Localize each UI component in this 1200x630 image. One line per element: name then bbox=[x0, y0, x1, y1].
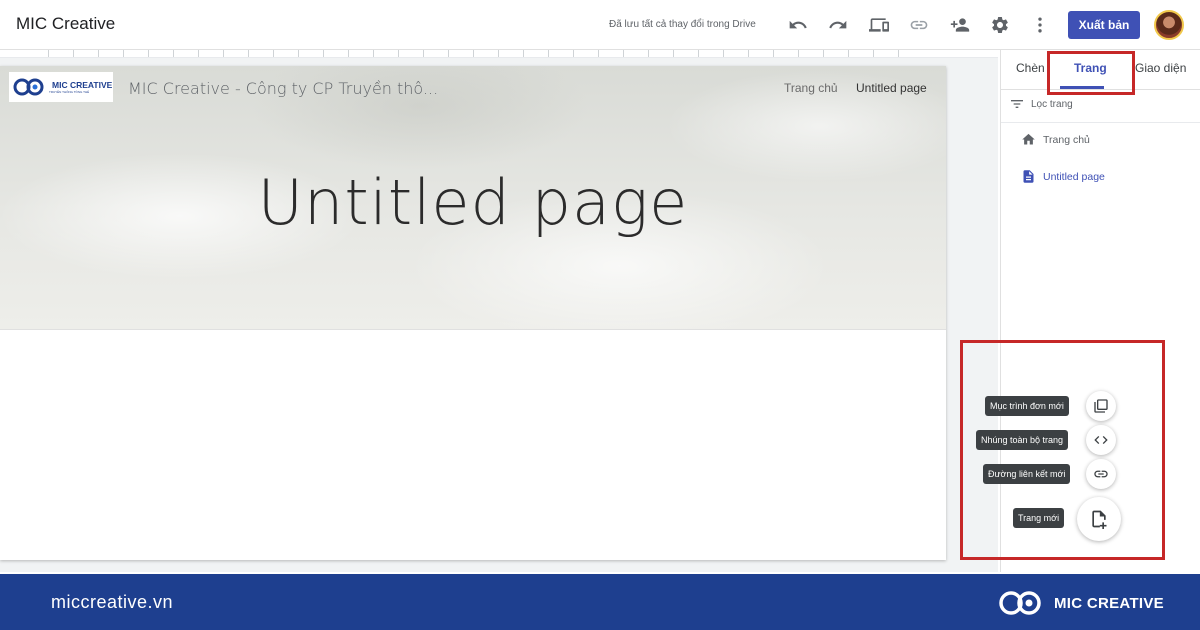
tab-theme[interactable]: Giao diện bbox=[1135, 61, 1186, 75]
avatar[interactable] bbox=[1154, 10, 1184, 40]
save-status: Đã lưu tất cả thay đổi trong Drive bbox=[609, 19, 756, 30]
preview-icon[interactable] bbox=[867, 13, 891, 37]
ruler-tick bbox=[123, 50, 124, 57]
filter-pages[interactable]: Lọc trang bbox=[1009, 96, 1073, 112]
top-app-bar: MIC Creative Đã lưu tất cả thay đổi tron… bbox=[0, 0, 1200, 50]
site-page[interactable]: MIC CREATIVE TRUYỀN THÔNG TỔNG THỂ MIC C… bbox=[0, 66, 946, 560]
ruler-tick bbox=[523, 50, 524, 57]
logo-mark-icon bbox=[13, 78, 44, 96]
panel-tabs: Chèn Trang Giao diện bbox=[1001, 50, 1200, 90]
logo-subtext: TRUYỀN THÔNG TỔNG THỂ bbox=[49, 89, 90, 94]
ruler-tick bbox=[48, 50, 49, 57]
ruler-tick bbox=[348, 50, 349, 57]
new-menu-item-button[interactable] bbox=[1086, 391, 1116, 421]
filter-icon bbox=[1011, 100, 1023, 108]
ruler-tick bbox=[748, 50, 749, 57]
brand-logo-icon bbox=[999, 591, 1041, 615]
ruler-tick bbox=[273, 50, 274, 57]
publish-button[interactable]: Xuất bản bbox=[1068, 11, 1140, 39]
ruler-tick bbox=[173, 50, 174, 57]
ruler-tick bbox=[698, 50, 699, 57]
footer-banner: miccreative.vn MIC CREATIVE bbox=[0, 574, 1200, 630]
ruler-tick bbox=[398, 50, 399, 57]
divider bbox=[1001, 122, 1200, 123]
ruler-tick bbox=[198, 50, 199, 57]
ruler-tick bbox=[823, 50, 824, 57]
page-item-untitled[interactable]: Untitled page bbox=[1021, 169, 1105, 184]
page-item-label: Untitled page bbox=[1043, 170, 1105, 183]
tab-pages[interactable]: Trang bbox=[1074, 61, 1107, 75]
hero-title[interactable]: Untitled page bbox=[0, 166, 946, 239]
ruler-tick bbox=[298, 50, 299, 57]
ruler-tick bbox=[873, 50, 874, 57]
link-label: Đường liên kết mới bbox=[983, 464, 1071, 484]
ruler-tick bbox=[73, 50, 74, 57]
site-logo[interactable]: MIC CREATIVE TRUYỀN THÔNG TỔNG THỂ bbox=[9, 72, 113, 102]
site-nav-current[interactable]: Untitled page bbox=[856, 81, 927, 95]
new-link-button[interactable] bbox=[1086, 459, 1116, 489]
site-nav-home[interactable]: Trang chủ bbox=[784, 81, 838, 95]
ruler-tick bbox=[373, 50, 374, 57]
ruler-tick bbox=[498, 50, 499, 57]
ruler-tick bbox=[773, 50, 774, 57]
ruler-tick bbox=[98, 50, 99, 57]
redo-icon[interactable] bbox=[826, 13, 850, 37]
document-icon bbox=[1023, 170, 1034, 183]
menu-item-label: Mục trình đơn mới bbox=[985, 396, 1069, 416]
share-icon[interactable] bbox=[948, 13, 972, 37]
link-icon bbox=[1094, 470, 1108, 478]
ruler bbox=[0, 50, 998, 58]
hero-header[interactable]: MIC CREATIVE TRUYỀN THÔNG TỔNG THỂ MIC C… bbox=[0, 66, 946, 330]
ruler-tick bbox=[723, 50, 724, 57]
footer-brand: MIC CREATIVE bbox=[998, 588, 1164, 618]
ruler-tick bbox=[798, 50, 799, 57]
link-icon[interactable] bbox=[907, 13, 931, 37]
logo-text: MIC CREATIVE bbox=[52, 79, 113, 90]
embed-label: Nhúng toàn bộ trang bbox=[976, 430, 1069, 450]
more-icon[interactable] bbox=[1028, 13, 1052, 37]
ruler-tick bbox=[423, 50, 424, 57]
embed-page-button[interactable] bbox=[1086, 425, 1116, 455]
new-page-label: Trang mới bbox=[1013, 508, 1065, 528]
ruler-tick bbox=[598, 50, 599, 57]
page-item-label: Trang chủ bbox=[1043, 133, 1090, 146]
site-name[interactable]: MIC Creative - Công ty CP Truyền thô... bbox=[128, 79, 438, 98]
ruler-tick bbox=[473, 50, 474, 57]
ruler-tick bbox=[448, 50, 449, 57]
tab-insert[interactable]: Chèn bbox=[1016, 61, 1045, 75]
ruler-tick bbox=[548, 50, 549, 57]
footer-url: miccreative.vn bbox=[51, 592, 174, 612]
new-page-icon bbox=[1092, 510, 1107, 529]
ruler-tick bbox=[223, 50, 224, 57]
editor-canvas: MIC CREATIVE TRUYỀN THÔNG TỔNG THỂ MIC C… bbox=[0, 50, 998, 572]
ruler-tick bbox=[623, 50, 624, 57]
filter-label: Lọc trang bbox=[1031, 98, 1073, 110]
code-icon bbox=[1094, 436, 1108, 444]
footer-brand-text: MIC CREATIVE bbox=[1054, 594, 1164, 612]
undo-icon[interactable] bbox=[786, 13, 810, 37]
ruler-tick bbox=[248, 50, 249, 57]
pages-panel: Chèn Trang Giao diện Lọc trang Trang chủ… bbox=[1000, 50, 1200, 572]
home-icon bbox=[1022, 133, 1035, 145]
ruler-tick bbox=[898, 50, 899, 57]
ruler-tick bbox=[673, 50, 674, 57]
new-page-button[interactable] bbox=[1077, 497, 1121, 541]
page-item-home[interactable]: Trang chủ bbox=[1021, 132, 1090, 147]
settings-icon[interactable] bbox=[988, 13, 1012, 37]
app-title: MIC Creative bbox=[16, 14, 116, 33]
active-tab-indicator bbox=[1060, 86, 1104, 89]
ruler-tick bbox=[848, 50, 849, 57]
ruler-tick bbox=[323, 50, 324, 57]
ruler-tick bbox=[148, 50, 149, 57]
ruler-tick bbox=[573, 50, 574, 57]
ruler-tick bbox=[648, 50, 649, 57]
copy-icon bbox=[1094, 399, 1108, 413]
